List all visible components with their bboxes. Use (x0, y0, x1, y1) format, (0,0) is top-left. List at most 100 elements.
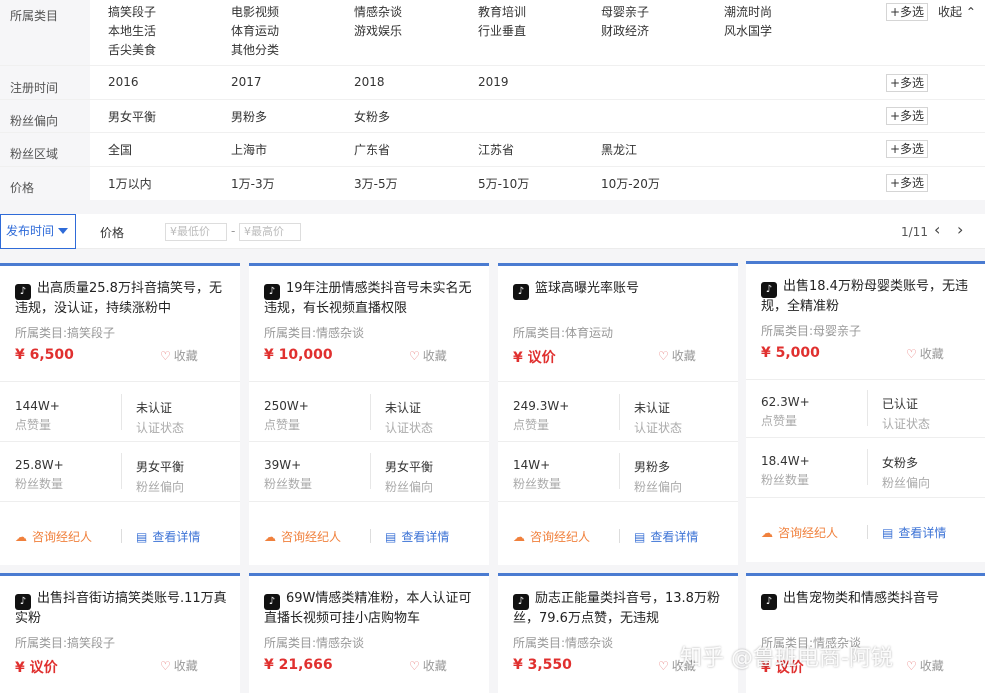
card-price: ¥ 议价 (513, 350, 556, 366)
stat-label: 粉丝偏向 (634, 480, 683, 494)
stat-label: 粉丝数量 (264, 477, 313, 491)
divider (121, 453, 122, 489)
filter-option[interactable]: 教育培训 (478, 3, 526, 20)
card-title[interactable]: ♪ 出高质量25.8万抖音搞笑号，无违规，没认证，持续涨粉中 (15, 280, 230, 317)
filter-option[interactable]: 2018 (354, 75, 385, 89)
filter-option[interactable]: 体育运动 (231, 22, 279, 39)
view-details-button[interactable]: ▤ 查看详情 (882, 524, 946, 541)
filter-option[interactable]: 情感杂谈 (354, 3, 402, 20)
stat-bias: 男女平衡 粉丝偏向 (385, 458, 433, 495)
view-details-button[interactable]: ▤ 查看详情 (385, 528, 449, 545)
filter-option[interactable]: 3万-5万 (354, 175, 398, 192)
filter-option[interactable]: 5万-10万 (478, 175, 529, 192)
account-card[interactable]: ♪ 篮球高曝光率账号 所属类目:体育运动 ¥ 议价 ♡ 收藏 249.3W+ 点赞量 … (498, 263, 738, 565)
consult-agent-button[interactable]: ☁ 咨询经纪人 (761, 524, 838, 541)
favorite-button[interactable]: ♡ 收藏 (160, 347, 198, 364)
filter-option[interactable]: 财政经济 (601, 22, 649, 39)
account-card[interactable]: ♪ 19年注册情感类抖音号未实名无违规，有长视频直播权限 所属类目:情感杂谈 ¥ … (249, 263, 489, 565)
favorite-label: 收藏 (422, 659, 447, 673)
heart-icon: ♡ (409, 659, 420, 673)
sort-by-publish-time[interactable]: 发布时间 (0, 214, 76, 249)
filter-option[interactable]: 10万-20万 (601, 175, 660, 192)
favorite-button[interactable]: ♡ 收藏 (906, 657, 944, 674)
consult-agent-button[interactable]: ☁ 咨询经纪人 (15, 528, 92, 545)
filter-option[interactable]: 上海市 (231, 141, 267, 158)
filter-option[interactable]: 黑龙江 (601, 141, 637, 158)
favorite-label: 收藏 (173, 659, 198, 673)
view-details-button[interactable]: ▤ 查看详情 (136, 528, 200, 545)
card-title[interactable]: ♪ 出售抖音街访搞笑类账号.11万真实粉 (15, 590, 230, 627)
account-card[interactable]: ♪ 出高质量25.8万抖音搞笑号，无违规，没认证，持续涨粉中 所属类目:搞笑段子 … (0, 263, 240, 565)
filter-option[interactable]: 母婴亲子 (601, 3, 649, 20)
consult-icon: ☁ (513, 530, 525, 544)
account-card[interactable]: ♪ 出售抖音街访搞笑类账号.11万真实粉 所属类目:搞笑段子 ¥ 议价 ♡ 收藏 (0, 573, 240, 693)
favorite-button[interactable]: ♡ 收藏 (658, 347, 696, 364)
account-card[interactable]: ♪ 出售18.4万粉母婴类账号，无违规，全精准粉 所属类目:母婴亲子 ¥ 5,00… (746, 261, 985, 562)
card-title-text: 出售18.4万粉母婴类账号，无违规，全精准粉 (761, 279, 968, 314)
filter-option[interactable]: 1万以内 (108, 175, 152, 192)
detail-label: 查看详情 (152, 530, 201, 544)
collapse-button[interactable]: 收起 ⌃ (938, 3, 976, 20)
filter-option[interactable]: 游戏娱乐 (354, 22, 402, 39)
favorite-button[interactable]: ♡ 收藏 (160, 657, 198, 674)
card-title-text: 出售宠物类和情感类抖音号 (783, 591, 940, 606)
filter-option[interactable]: 搞笑段子 (108, 3, 156, 20)
card-title[interactable]: ♪ 篮球高曝光率账号 (513, 280, 728, 300)
divider (0, 501, 240, 502)
stat-value: 未认证 (385, 401, 422, 415)
card-title[interactable]: ♪ 69W情感类精准粉，本人认证可直播长视频可挂小店购物车 (264, 590, 479, 627)
filter-option[interactable]: 全国 (108, 141, 132, 158)
multi-select-button[interactable]: +多选 (886, 3, 929, 21)
view-details-button[interactable]: ▤ 查看详情 (634, 528, 698, 545)
multi-select-button[interactable]: +多选 (886, 140, 929, 158)
account-card[interactable]: ♪ 69W情感类精准粉，本人认证可直播长视频可挂小店购物车 所属类目:情感杂谈 ¥… (249, 573, 489, 693)
chevron-left-icon[interactable]: ‹ (934, 220, 940, 239)
card-price: ¥ 5,000 (761, 345, 820, 361)
multi-select-button[interactable]: +多选 (886, 174, 929, 192)
filter-option[interactable]: 2016 (108, 75, 139, 89)
filter-option[interactable]: 男女平衡 (108, 108, 156, 125)
filter-option[interactable]: 风水国学 (724, 22, 772, 39)
heart-icon: ♡ (906, 659, 917, 673)
multi-select-button[interactable]: +多选 (886, 74, 929, 92)
stat-label: 点赞量 (761, 414, 798, 428)
min-price-input[interactable]: ¥最低价 (165, 223, 227, 241)
filter-option[interactable]: 江苏省 (478, 141, 514, 158)
card-price: ¥ 3,550 (513, 657, 572, 673)
card-title[interactable]: ♪ 出售宠物类和情感类抖音号 (761, 590, 976, 610)
filter-option[interactable]: 2019 (478, 75, 509, 89)
card-title[interactable]: ♪ 19年注册情感类抖音号未实名无违规，有长视频直播权限 (264, 280, 479, 317)
tiktok-icon: ♪ (761, 594, 777, 610)
stat-bias: 男女平衡 粉丝偏向 (136, 458, 184, 495)
card-title[interactable]: ♪ 出售18.4万粉母婴类账号，无违规，全精准粉 (761, 278, 976, 315)
multi-select-button[interactable]: +多选 (886, 107, 929, 125)
consult-agent-button[interactable]: ☁ 咨询经纪人 (264, 528, 341, 545)
filter-option[interactable]: 舌尖美食 (108, 41, 156, 58)
filter-option[interactable]: 1万-3万 (231, 175, 275, 192)
account-card[interactable]: ♪ 出售宠物类和情感类抖音号 所属类目:情感杂谈 ¥ 议价 ♡ 收藏 (746, 573, 985, 693)
filter-option[interactable]: 男粉多 (231, 108, 267, 125)
filter-option[interactable]: 行业垂直 (478, 22, 526, 39)
filter-option[interactable]: 本地生活 (108, 22, 156, 39)
filter-option[interactable]: 广东省 (354, 141, 390, 158)
stat-bias: 女粉多 粉丝偏向 (882, 454, 930, 491)
account-card[interactable]: ♪ 励志正能量类抖音号，13.8万粉丝，79.6万点赞，无违规 所属类目:情感杂谈… (498, 573, 738, 693)
filter-option[interactable]: 女粉多 (354, 108, 390, 125)
favorite-button[interactable]: ♡ 收藏 (409, 347, 447, 364)
consult-agent-button[interactable]: ☁ 咨询经纪人 (513, 528, 590, 545)
card-title[interactable]: ♪ 励志正能量类抖音号，13.8万粉丝，79.6万点赞，无违规 (513, 590, 728, 627)
card-title-text: 19年注册情感类抖音号未实名无违规，有长视频直播权限 (264, 281, 472, 316)
stat-label: 粉丝数量 (15, 477, 64, 491)
max-price-input[interactable]: ¥最高价 (239, 223, 301, 241)
filter-option[interactable]: 2017 (231, 75, 262, 89)
chevron-right-icon[interactable]: › (957, 220, 963, 239)
favorite-button[interactable]: ♡ 收藏 (409, 657, 447, 674)
filter-option[interactable]: 电影视频 (231, 3, 279, 20)
favorite-button[interactable]: ♡ 收藏 (906, 345, 944, 362)
price-sort-label: 价格 (100, 226, 125, 240)
filter-option[interactable]: 潮流时尚 (724, 3, 772, 20)
filter-option[interactable]: 其他分类 (231, 41, 279, 58)
tiktok-icon: ♪ (761, 282, 777, 298)
heart-icon: ♡ (658, 659, 669, 673)
card-title-text: 出售抖音街访搞笑类账号.11万真实粉 (15, 591, 227, 626)
